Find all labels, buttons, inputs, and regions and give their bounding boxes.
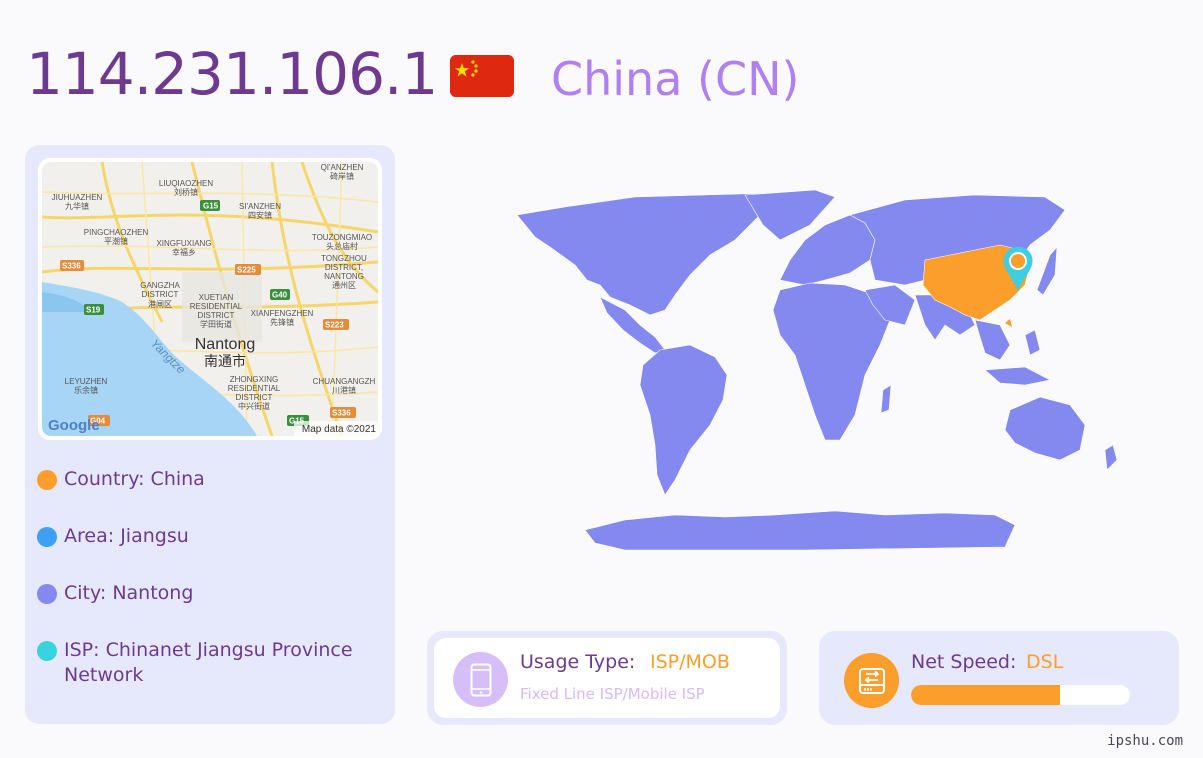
city-label: City: (64, 582, 107, 604)
svg-text:Map data ©2021: Map data ©2021 (302, 424, 377, 435)
net-speed-card: Net Speed: DSL (819, 631, 1179, 725)
svg-text:S336: S336 (332, 409, 351, 418)
svg-text:NANTONG: NANTONG (324, 272, 364, 281)
svg-text:头总庙村: 头总庙村 (326, 241, 358, 251)
svg-text:QI'ANZHEN: QI'ANZHEN (321, 163, 364, 172)
mini-map[interactable]: G15 S336 S225 G40 S19 S223 S336 G15 G04 … (38, 158, 382, 440)
svg-text:DISTRICT,: DISTRICT, (325, 263, 363, 272)
svg-text:RESIDENTIAL: RESIDENTIAL (228, 384, 281, 393)
country-title: China (CN) (551, 52, 800, 106)
net-speed-value: DSL (1026, 651, 1064, 673)
svg-text:G15: G15 (203, 202, 219, 211)
svg-text:乐余镇: 乐余镇 (74, 385, 98, 395)
info-isp: ISP: Chinanet Jiangsu Province Network (37, 638, 357, 688)
svg-text:XUETIAN: XUETIAN (199, 293, 234, 302)
network-drive-icon (858, 667, 885, 694)
speed-bar-fill (911, 685, 1060, 705)
city-value: Nantong (112, 582, 194, 604)
svg-text:S223: S223 (325, 321, 344, 330)
svg-text:GANGZHA: GANGZHA (140, 281, 180, 290)
area-label: Area: (64, 525, 115, 547)
world-map (505, 185, 1145, 555)
africa (772, 282, 891, 441)
svg-text:G40: G40 (272, 291, 288, 300)
svg-text:碕岸镇: 碕岸镇 (330, 171, 354, 181)
svg-text:Google: Google (48, 417, 100, 434)
svg-text:XIANFENGZHEN: XIANFENGZHEN (251, 309, 314, 318)
svg-text:DISTRICT: DISTRICT (142, 290, 179, 299)
country-value: China (150, 468, 205, 490)
location-panel: G15 S336 S225 G40 S19 S223 S336 G15 G04 … (25, 145, 395, 724)
svg-text:LEYUZHEN: LEYUZHEN (65, 377, 108, 386)
north-america (516, 192, 776, 316)
country-flag (450, 55, 514, 97)
svg-text:XINGFUXIANG: XINGFUXIANG (156, 239, 211, 248)
svg-text:S225: S225 (237, 266, 256, 275)
isp-label: ISP: (64, 639, 100, 661)
svg-text:ZHONGXING: ZHONGXING (230, 375, 278, 384)
svg-text:TOUZONGMIAO: TOUZONGMIAO (312, 233, 372, 242)
svg-text:川港镇: 川港镇 (332, 385, 356, 395)
svg-text:学田街道: 学田街道 (200, 319, 232, 329)
southeast-asia (974, 319, 1011, 361)
info-area: Area: Jiangsu (37, 524, 357, 549)
area-value: Jiangsu (120, 525, 189, 547)
smartphone-icon (470, 663, 491, 696)
country-dot-icon (37, 470, 57, 490)
svg-text:JIUHUAZHEN: JIUHUAZHEN (52, 193, 103, 202)
area-dot-icon (37, 527, 57, 547)
svg-text:四安镇: 四安镇 (248, 210, 272, 220)
net-speed-label: Net Speed: (911, 651, 1017, 673)
svg-text:刘桥镇: 刘桥镇 (174, 187, 198, 197)
svg-text:SI'ANZHEN: SI'ANZHEN (239, 202, 281, 211)
svg-text:南通市: 南通市 (204, 353, 246, 369)
usage-type-description: Fixed Line ISP/Mobile ISP (520, 685, 705, 703)
svg-text:TONGZHOU: TONGZHOU (321, 254, 367, 263)
svg-text:DISTRICT: DISTRICT (198, 311, 235, 320)
ip-address: 114.231.106.1 (26, 40, 438, 108)
svg-text:港闸区: 港闸区 (148, 299, 172, 309)
svg-text:S19: S19 (86, 306, 101, 315)
australia (1004, 396, 1086, 461)
svg-text:S336: S336 (62, 262, 81, 271)
usage-type-value: ISP/MOB (650, 651, 730, 673)
svg-text:九华镇: 九华镇 (65, 201, 89, 211)
antarctica (584, 510, 1016, 551)
usage-icon-circle (453, 652, 508, 707)
isp-value: Chinanet Jiangsu Province Network (64, 639, 353, 686)
city-dot-icon (37, 584, 57, 604)
svg-text:中兴街道: 中兴街道 (238, 401, 270, 411)
usage-type-label: Usage Type: (520, 651, 636, 673)
svg-text:LIUQIAOZHEN: LIUQIAOZHEN (159, 179, 213, 188)
isp-dot-icon (37, 641, 57, 661)
svg-text:平潮镇: 平潮镇 (104, 236, 128, 246)
speed-icon-circle (844, 653, 899, 708)
svg-text:DISTRICT: DISTRICT (236, 393, 273, 402)
usage-type-card: Usage Type: ISP/MOB Fixed Line ISP/Mobil… (427, 631, 787, 725)
info-city: City: Nantong (37, 581, 357, 606)
svg-text:CHUANGANGZH: CHUANGANGZH (313, 377, 376, 386)
svg-text:先锋镇: 先锋镇 (270, 317, 294, 327)
svg-text:Nantong: Nantong (195, 336, 256, 353)
south-america (639, 344, 728, 496)
site-watermark: ipshu.com (1107, 733, 1183, 749)
speed-bar-track (911, 685, 1130, 705)
svg-text:PINGCHAOZHEN: PINGCHAOZHEN (84, 228, 149, 237)
svg-text:幸福乡: 幸福乡 (172, 248, 196, 257)
svg-text:RESIDENTIAL: RESIDENTIAL (190, 302, 243, 311)
svg-text:通州区: 通州区 (332, 280, 356, 290)
info-country: Country: China (37, 467, 357, 492)
country-label: Country: (64, 468, 145, 490)
